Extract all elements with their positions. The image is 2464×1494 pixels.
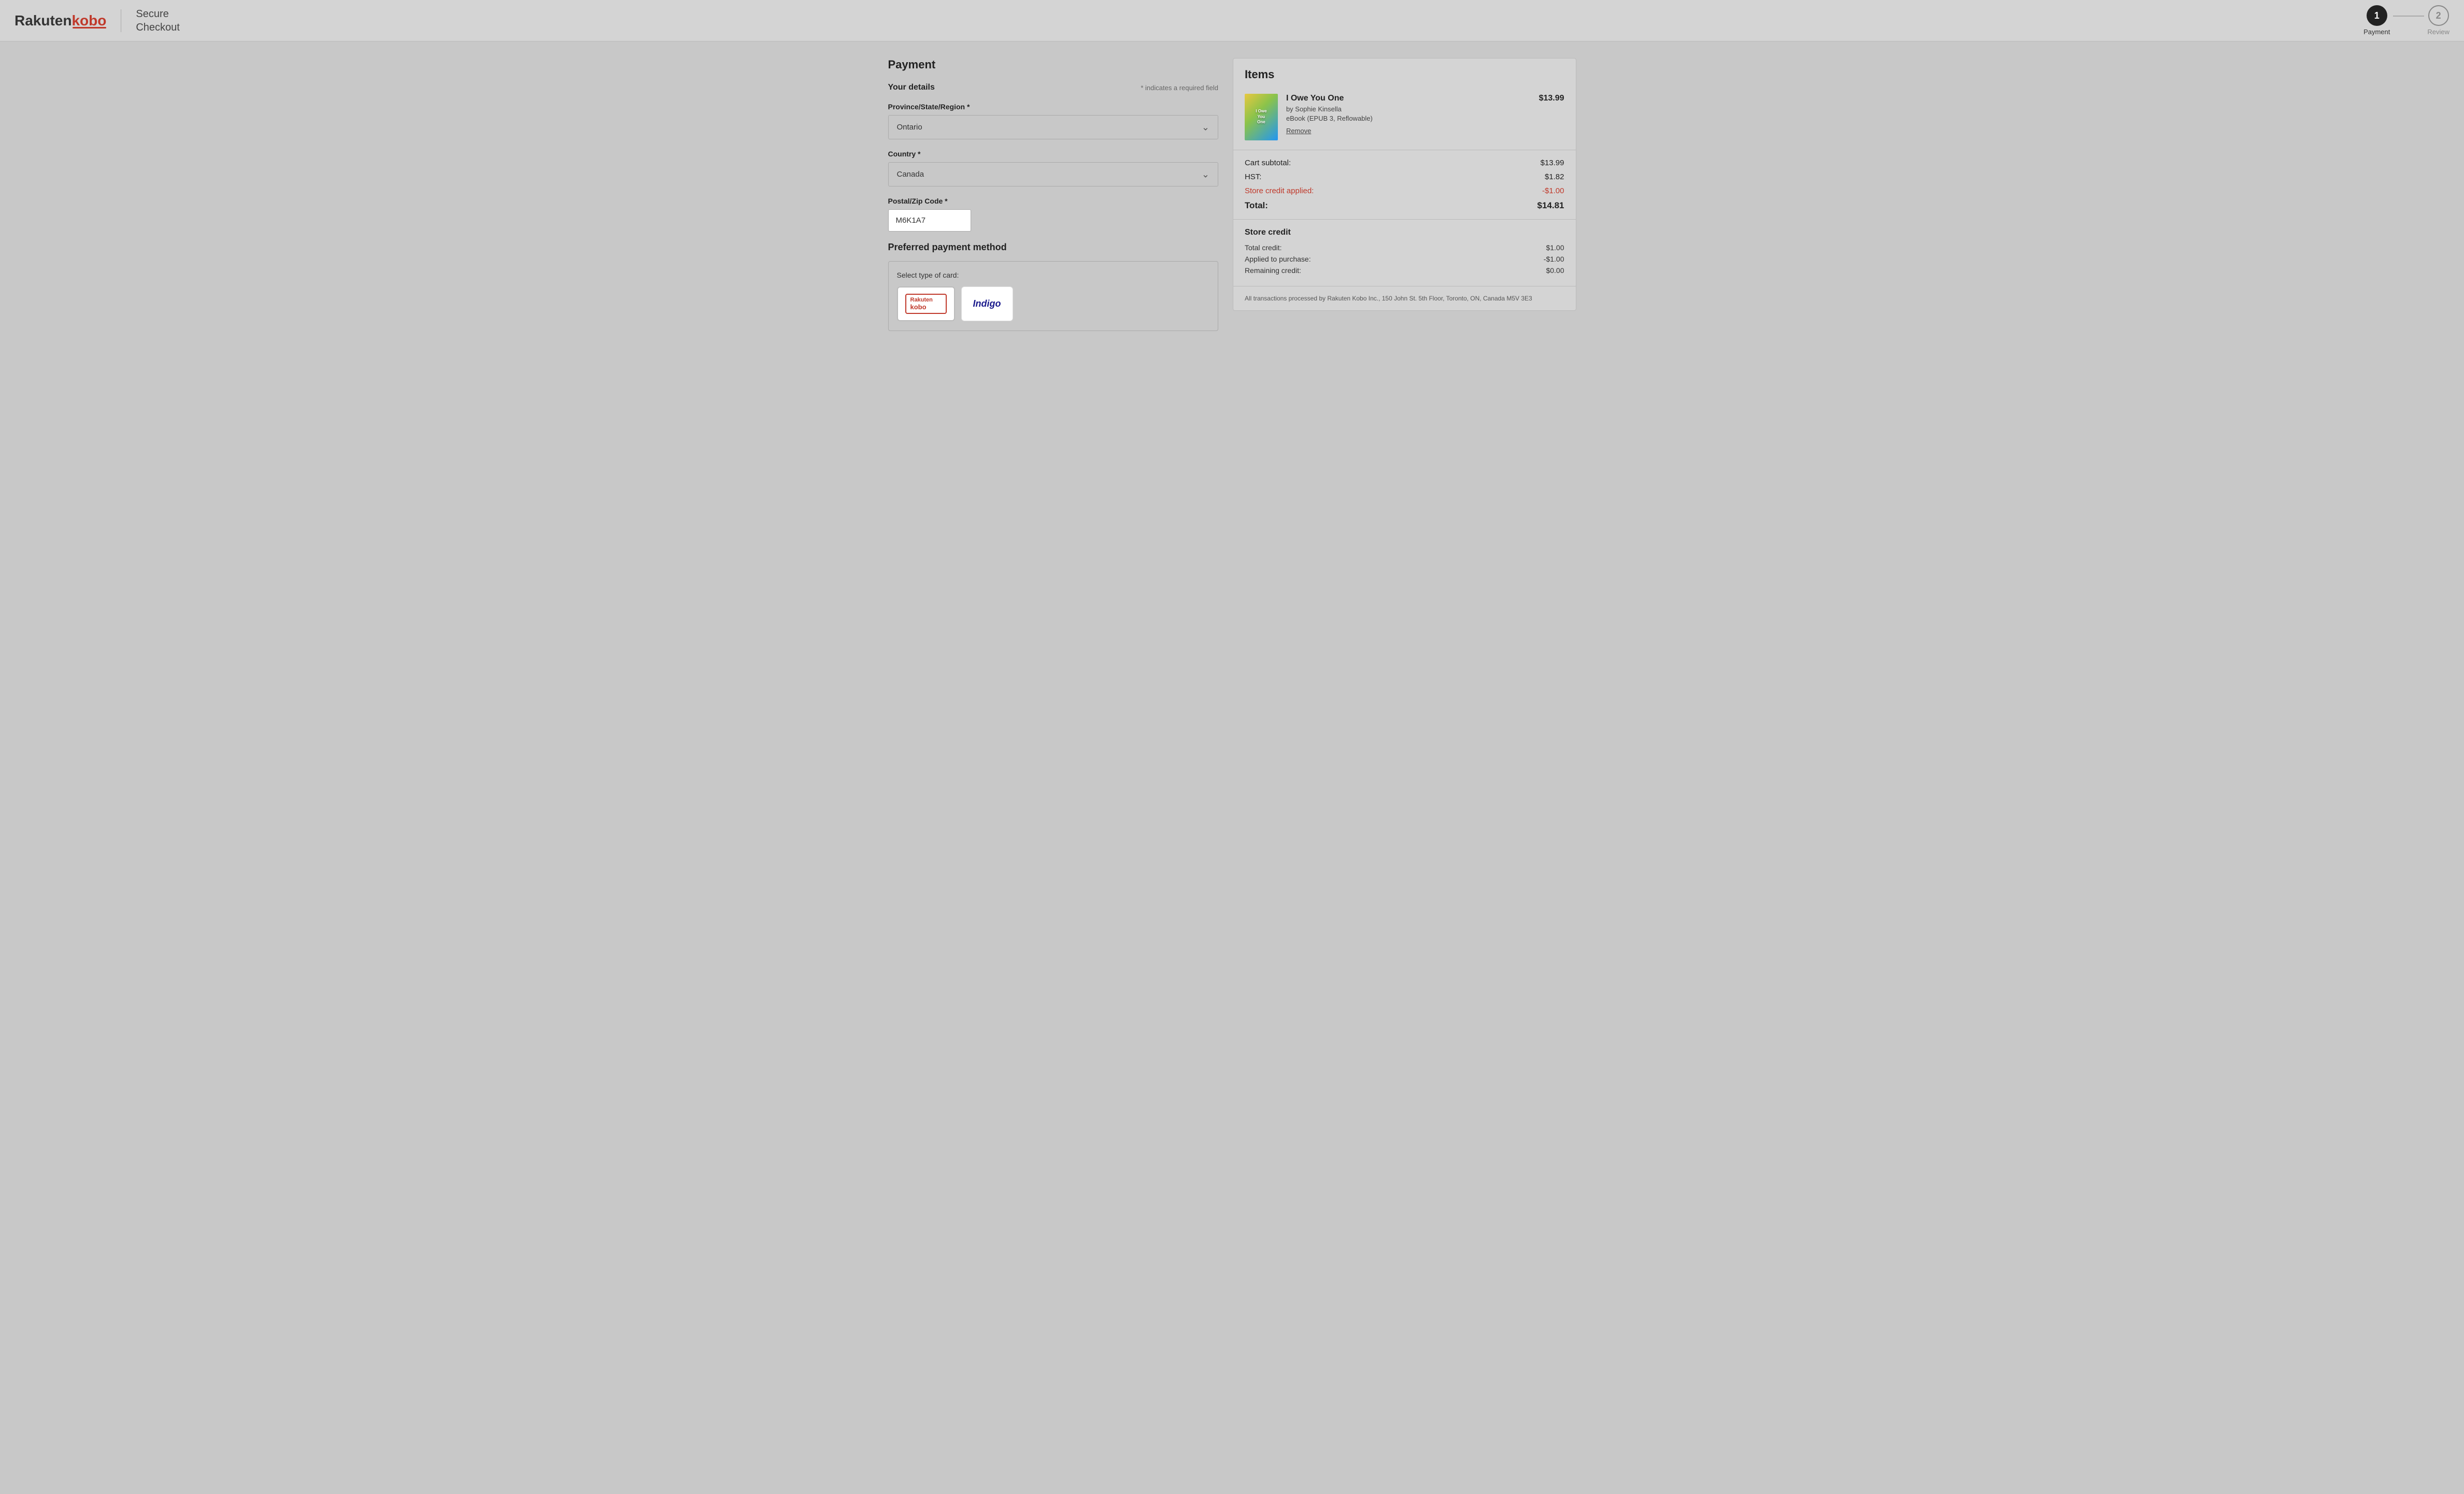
total-credit-label: Total credit: xyxy=(1245,243,1282,252)
main-content: Payment Your details * indicates a requi… xyxy=(870,41,1595,348)
store-credit-row: Store credit applied: -$1.00 xyxy=(1245,186,1564,195)
postal-field: Postal/Zip Code * xyxy=(888,197,1218,232)
items-title: Items xyxy=(1233,59,1576,87)
logo-rakuten: Rakuten xyxy=(15,12,72,28)
applied-value: -$1.00 xyxy=(1544,255,1564,263)
total-label: Total: xyxy=(1245,200,1268,211)
item-price: $13.99 xyxy=(1539,94,1564,103)
cart-subtotal-value: $13.99 xyxy=(1541,159,1564,167)
postal-input[interactable] xyxy=(888,209,971,232)
step2-circle: 2 xyxy=(2428,5,2449,26)
item-row: I OweYouOne I Owe You One by Sophie Kins… xyxy=(1233,87,1576,150)
indigo-logo: Indigo xyxy=(973,298,1001,309)
store-credit-applied-label: Store credit applied: xyxy=(1245,186,1314,195)
checkout-title: Secure Checkout xyxy=(136,7,180,34)
card-select-label: Select type of card: xyxy=(897,271,1209,279)
province-label: Province/State/Region * xyxy=(888,103,1218,111)
applied-row: Applied to purchase: -$1.00 xyxy=(1245,255,1564,263)
step1-circle: 1 xyxy=(2367,5,2387,26)
country-label: Country * xyxy=(888,150,1218,158)
required-note: * indicates a required field xyxy=(1141,84,1218,92)
card-select-box: Select type of card: Rakuten kobo Indigo xyxy=(888,261,1218,331)
left-panel: Payment Your details * indicates a requi… xyxy=(888,58,1218,331)
total-value: $14.81 xyxy=(1537,200,1564,211)
store-credit-section: Store credit Total credit: $1.00 Applied… xyxy=(1233,220,1576,286)
remaining-value: $0.00 xyxy=(1546,266,1564,275)
item-format: eBook (EPUB 3, Reflowable) xyxy=(1286,114,1531,122)
province-select[interactable]: Ontario British Columbia Alberta Quebec xyxy=(889,116,1218,139)
hst-value: $1.82 xyxy=(1545,173,1564,181)
province-select-wrapper[interactable]: Ontario British Columbia Alberta Quebec … xyxy=(888,115,1218,139)
hst-row: HST: $1.82 xyxy=(1245,173,1564,181)
step2-label: Review xyxy=(2427,28,2449,36)
cart-subtotal-row: Cart subtotal: $13.99 xyxy=(1245,159,1564,167)
postal-label: Postal/Zip Code * xyxy=(888,197,1218,205)
province-field: Province/State/Region * Ontario British … xyxy=(888,103,1218,139)
item-author: by Sophie Kinsella xyxy=(1286,105,1531,113)
total-row: Total: $14.81 xyxy=(1245,200,1564,211)
your-details-row: Your details * indicates a required fiel… xyxy=(888,83,1218,92)
logo-kobo: kobo xyxy=(72,12,106,28)
rakuten-kobo-card-logo: Rakuten kobo xyxy=(905,294,947,314)
remaining-row: Remaining credit: $0.00 xyxy=(1245,266,1564,275)
logo: Rakutenkobo xyxy=(15,12,106,28)
cart-subtotal-label: Cart subtotal: xyxy=(1245,159,1291,167)
footer-note: All transactions processed by Rakuten Ko… xyxy=(1233,286,1576,310)
item-details: I Owe You One by Sophie Kinsella eBook (… xyxy=(1286,94,1531,136)
hst-label: HST: xyxy=(1245,173,1262,181)
right-panel: Items I OweYouOne I Owe You One by Sophi… xyxy=(1233,58,1576,331)
book-cover: I OweYouOne xyxy=(1245,94,1278,140)
checkout-steps: 1 Payment 2 Review xyxy=(2363,5,2449,36)
card-options: Rakuten kobo Indigo xyxy=(897,286,1209,321)
applied-label: Applied to purchase: xyxy=(1245,255,1311,263)
country-select-wrapper[interactable]: Canada United States ⌄ xyxy=(888,162,1218,186)
remaining-label: Remaining credit: xyxy=(1245,266,1301,275)
step-connector xyxy=(2393,16,2424,17)
logo-area: Rakutenkobo xyxy=(15,12,106,28)
total-credit-row: Total credit: $1.00 xyxy=(1245,243,1564,252)
payment-method-title: Preferred payment method xyxy=(888,242,1218,253)
card-option-indigo[interactable]: Indigo xyxy=(961,286,1013,321)
total-credit-value: $1.00 xyxy=(1546,243,1564,252)
step-payment: 1 Payment xyxy=(2363,5,2390,36)
your-details-label: Your details xyxy=(888,83,935,92)
step-review: 2 Review xyxy=(2427,5,2449,36)
item-title: I Owe You One xyxy=(1286,94,1531,103)
country-select[interactable]: Canada United States xyxy=(889,163,1218,186)
step1-label: Payment xyxy=(2363,28,2390,36)
header: Rakutenkobo Secure Checkout 1 Payment 2 … xyxy=(0,0,2464,41)
totals-section: Cart subtotal: $13.99 HST: $1.82 Store c… xyxy=(1233,150,1576,220)
remove-button[interactable]: Remove xyxy=(1286,127,1311,135)
book-cover-text: I OweYouOne xyxy=(1254,107,1269,127)
items-box: Items I OweYouOne I Owe You One by Sophi… xyxy=(1233,58,1576,311)
card-option-rakuten[interactable]: Rakuten kobo xyxy=(897,286,955,321)
payment-title: Payment xyxy=(888,58,1218,71)
store-credit-title: Store credit xyxy=(1245,228,1564,237)
store-credit-applied-value: -$1.00 xyxy=(1542,186,1564,195)
country-field: Country * Canada United States ⌄ xyxy=(888,150,1218,186)
